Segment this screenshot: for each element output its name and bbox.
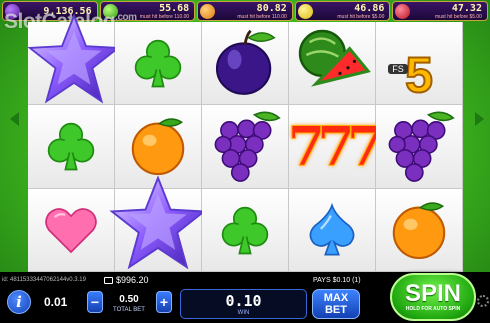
controls-bar: i 0.01 − 0.50 TOTAL BET + 0.10 WIN MAX BE…	[0, 273, 490, 323]
info-button[interactable]: i	[7, 290, 31, 314]
win-display: 0.10 WIN	[180, 289, 307, 319]
jackpot-caption: must hit before $5.00	[434, 13, 482, 20]
jackpot-orange: 80.82 must hit before 110.00	[197, 1, 293, 21]
club-symbol-icon	[134, 39, 182, 88]
reel-2-row-1	[115, 22, 202, 106]
jackpot-value: 55.68	[159, 2, 190, 14]
spade-symbol-icon	[309, 202, 355, 256]
right-arrow-icon	[475, 112, 484, 126]
left-arrow-icon	[10, 112, 19, 126]
gear-icon[interactable]	[477, 295, 489, 307]
reel-4-row-1	[289, 22, 376, 106]
jackpot-caption: must hit before $5.00	[337, 13, 385, 20]
star-symbol-icon	[27, 13, 121, 104]
total-bet-value: 0.50	[119, 294, 139, 305]
orange-symbol-icon	[131, 118, 185, 176]
reels-grid: 5 FS 777	[27, 13, 463, 272]
five-symbol-badge: FS	[388, 64, 408, 75]
reel-1-row-1	[27, 13, 121, 106]
club-symbol-icon	[221, 206, 269, 255]
win-value: 0.10	[225, 292, 262, 310]
max-bet-label: MAX BET	[324, 292, 348, 316]
decrease-bet-button[interactable]: −	[87, 291, 103, 313]
session-id: id: 48115333447062144v0.3.19	[2, 277, 86, 283]
strawberry-icon	[395, 4, 411, 19]
wallet-icon	[104, 276, 113, 284]
reel-1-row-2	[28, 105, 115, 189]
heart-symbol-icon	[45, 207, 97, 254]
jackpot-lemon: 46.86 must hit before $5.00	[294, 1, 391, 21]
jackpot-value: 47.32	[451, 2, 482, 14]
grapes-symbol-icon	[214, 111, 281, 183]
auto-spin-hint: HOLD FOR AUTO SPIN	[405, 305, 461, 312]
reel-3-row-3	[202, 188, 289, 272]
club-symbol-icon	[47, 123, 95, 171]
pays-count: (1)	[352, 276, 361, 284]
balance-value: $996.20	[116, 275, 149, 285]
jackpot-strawberry: 47.32 must hit before $5.00	[392, 1, 488, 21]
reel-3-row-2	[202, 105, 289, 189]
reel-5-row-3	[376, 188, 463, 272]
spin-button[interactable]: SPIN HOLD FOR AUTO SPIN	[390, 273, 476, 321]
plum-symbol-icon	[215, 29, 276, 95]
increase-bet-button[interactable]: +	[156, 291, 172, 313]
pays-value: PAYS $0.10	[313, 276, 351, 284]
grapes-symbol-icon	[388, 111, 455, 183]
orange-symbol-icon	[392, 202, 446, 259]
reel-1-row-3	[28, 188, 115, 272]
lemon-icon	[297, 4, 313, 19]
orange-icon	[200, 4, 216, 19]
jackpot-value: 46.86	[354, 2, 385, 14]
max-bet-line1: MAX	[323, 292, 349, 304]
reel-3-row-1	[202, 22, 289, 106]
pays-display: PAYS $0.10 (1)	[313, 277, 361, 284]
five-symbol-text: 5	[404, 47, 434, 104]
watermelon-symbol-icon	[298, 29, 371, 87]
total-bet-caption: TOTAL BET	[113, 307, 145, 313]
jackpot-caption: must hit before 110.00	[237, 13, 287, 20]
coin-value: 0.01	[44, 295, 68, 309]
max-bet-button[interactable]: MAX BET	[312, 289, 360, 319]
star-symbol-icon	[109, 174, 207, 270]
reel-4-row-3	[289, 188, 376, 272]
jackpot-value: 80.82	[256, 2, 287, 14]
reel-2-row-3	[109, 174, 207, 272]
five-symbol: 5 FS	[388, 49, 434, 101]
max-bet-line2: BET	[324, 304, 347, 316]
balance-display: $996.20	[104, 275, 149, 285]
jackpot-caption: must hit before 110.00	[139, 13, 190, 20]
reel-4-row-2: 777	[287, 105, 385, 189]
win-caption: WIN	[237, 310, 250, 316]
reel-5-row-1: 5 FS	[376, 22, 463, 106]
total-bet-display: 0.50 TOTAL BET	[106, 291, 152, 317]
reel-5-row-2	[376, 105, 463, 189]
spin-label: SPIN	[404, 279, 461, 307]
seven-symbol: 777	[287, 114, 385, 179]
